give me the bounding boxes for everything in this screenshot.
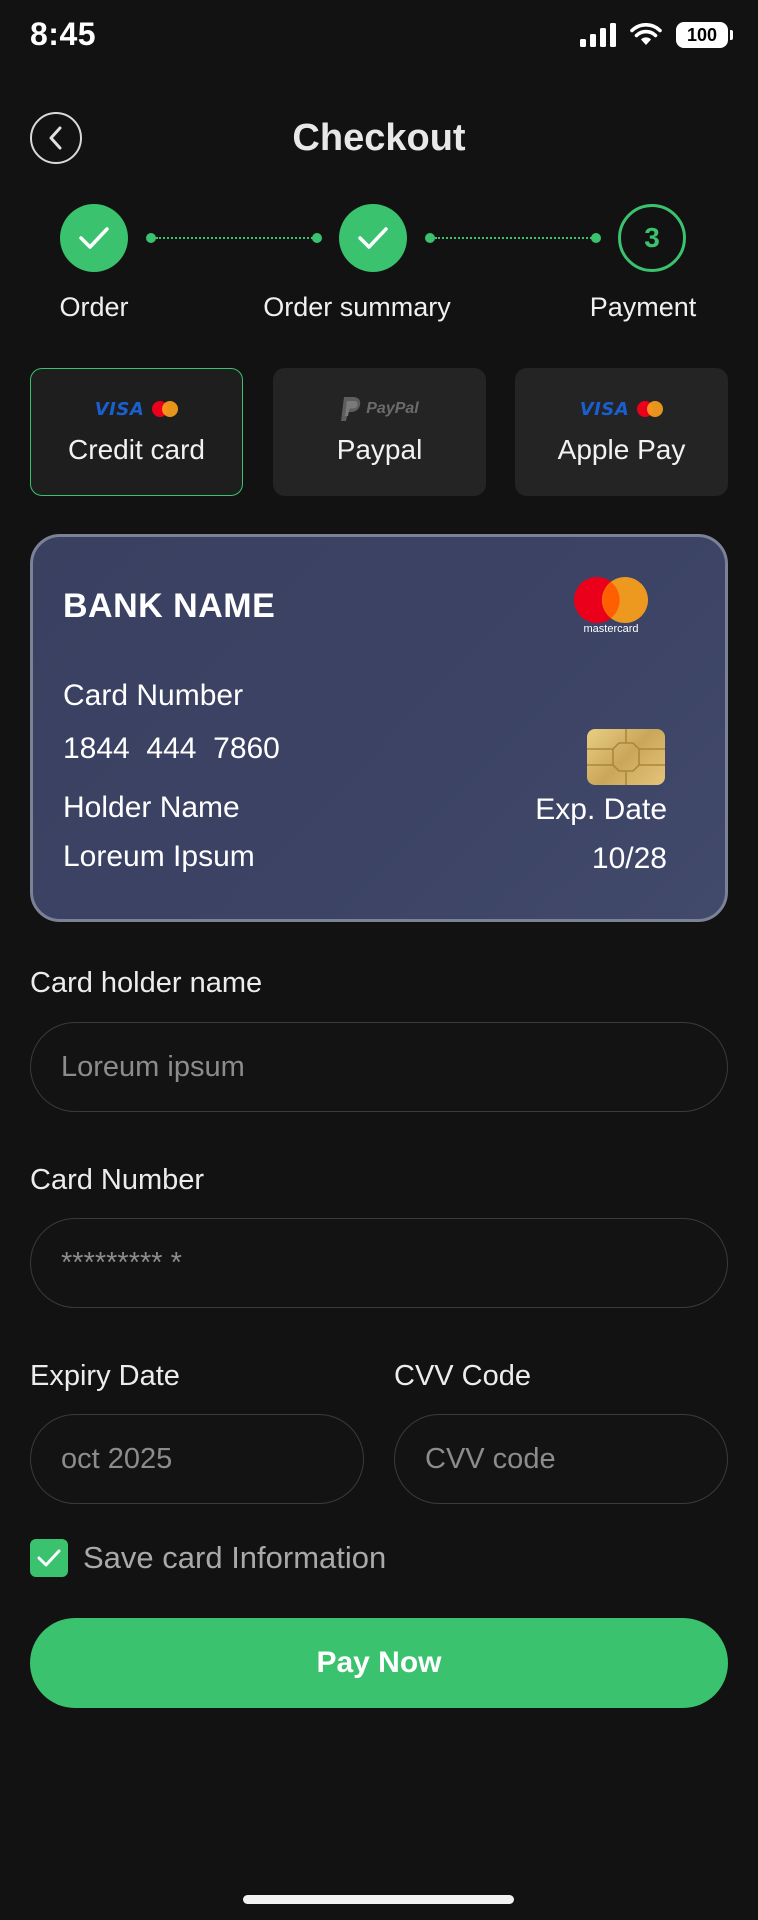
input-value: oct 2025: [61, 1442, 173, 1475]
payment-method-label: Credit card: [68, 434, 205, 465]
card-holder-name-label: Card holder name: [30, 967, 263, 999]
credit-card-preview: BANK NAME mastercard Card Number 1844 44…: [30, 534, 728, 922]
checkmark-icon: [358, 227, 388, 249]
input-placeholder: ********* *: [61, 1246, 182, 1279]
card-holder-name-input[interactable]: Loreum ipsum: [30, 1022, 728, 1112]
step-label-order-summary: Order summary: [263, 292, 451, 322]
payment-method-label: Apple Pay: [557, 434, 686, 465]
step-order-summary-indicator: [339, 204, 407, 272]
step-payment-indicator: 3: [618, 204, 686, 272]
holder-name-label: Holder Name: [63, 791, 240, 824]
payment-method-paypal[interactable]: PayPal Paypal: [273, 368, 486, 496]
step-connector-line: [435, 237, 592, 239]
step-label-payment: Payment: [589, 292, 697, 322]
card-brand-logos: VISA: [580, 398, 664, 420]
paypal-wordmark: PayPal: [366, 400, 419, 417]
card-brand-logos: VISA: [95, 398, 179, 420]
step-connector-dot: [591, 233, 601, 243]
payment-method-apple-pay[interactable]: VISA Apple Pay: [515, 368, 728, 496]
input-placeholder: CVV code: [425, 1442, 556, 1475]
pay-now-label: Pay Now: [316, 1646, 442, 1679]
exp-date-value: 10/28: [591, 842, 667, 875]
payment-method-credit-card[interactable]: VISA Credit card: [30, 368, 243, 496]
mastercard-logo-icon: [637, 401, 664, 417]
card-number-value: 1844 444 7860: [63, 732, 280, 765]
step-connector-dot: [146, 233, 156, 243]
paypal-logo-icon: PayPal: [340, 395, 419, 423]
save-card-checkbox[interactable]: [30, 1539, 68, 1577]
card-number-label: Card Number: [63, 679, 244, 712]
mastercard-wordmark: mastercard: [583, 623, 639, 635]
pay-now-button[interactable]: Pay Now: [30, 1618, 728, 1708]
visa-logo-icon: VISA: [94, 398, 145, 420]
holder-name-value: Loreum Ipsum: [63, 840, 255, 873]
step-connector-dot: [312, 233, 322, 243]
paypal-logo: PayPal: [340, 395, 419, 423]
save-card-label[interactable]: Save card Information: [83, 1538, 386, 1578]
card-number-field-label: Card Number: [30, 1164, 205, 1196]
step-connector-line: [156, 237, 313, 239]
payment-method-label: Paypal: [336, 434, 423, 465]
step-order-indicator: [60, 204, 128, 272]
bank-name: BANK NAME: [63, 587, 276, 625]
visa-logo-icon: VISA: [579, 398, 630, 420]
expiry-date-label: Expiry Date: [30, 1360, 180, 1392]
card-chip-icon: [587, 729, 665, 785]
home-indicator[interactable]: [243, 1895, 514, 1904]
checkout-stepper: 3 Order Order summary Payment: [0, 0, 758, 340]
step-number: 3: [644, 222, 660, 253]
mastercard-circles-icon: [574, 577, 648, 623]
checkmark-icon: [37, 1549, 61, 1567]
step-label-order: Order: [59, 292, 129, 322]
cvv-code-input[interactable]: CVV code: [394, 1414, 728, 1504]
step-connector-dot: [425, 233, 435, 243]
card-number-input[interactable]: ********* *: [30, 1218, 728, 1308]
paypal-p-icon: [341, 397, 361, 421]
chip-contacts-icon: [587, 729, 665, 785]
cvv-code-label: CVV Code: [394, 1360, 532, 1392]
mastercard-logo: mastercard: [573, 577, 649, 637]
mastercard-logo-icon: [152, 401, 179, 417]
exp-date-label: Exp. Date: [535, 793, 667, 826]
expiry-date-input[interactable]: oct 2025: [30, 1414, 364, 1504]
input-placeholder: Loreum ipsum: [61, 1050, 245, 1083]
checkmark-icon: [79, 227, 109, 249]
